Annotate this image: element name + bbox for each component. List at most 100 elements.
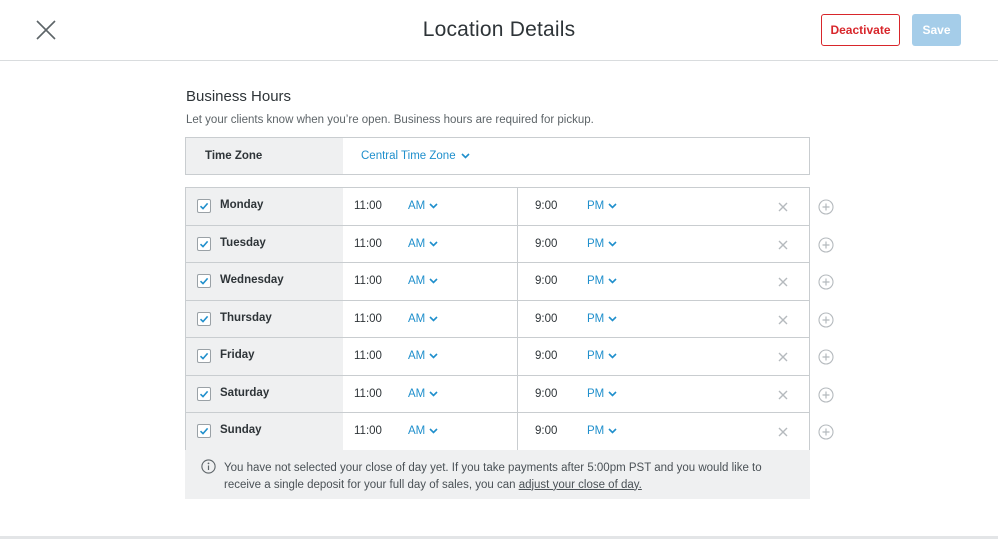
open-period-select[interactable]: AM (408, 350, 438, 362)
day-row-wednesday: Wednesday 11:00 AM 9:00 PM (186, 263, 834, 301)
add-circle-icon[interactable] (818, 274, 834, 290)
open-period-select[interactable]: AM (408, 388, 438, 400)
day-cell: Friday (186, 338, 343, 375)
open-period-select[interactable]: AM (408, 200, 438, 212)
add-circle-icon[interactable] (818, 311, 834, 328)
open-time-input[interactable]: 11:00 (354, 313, 382, 325)
day-label: Wednesday (220, 274, 284, 286)
add-circle-icon[interactable] (818, 424, 834, 440)
day-row-monday: Monday 11:00 AM 9:00 PM (186, 188, 834, 226)
checkmark-icon (199, 240, 209, 248)
day-label: Thursday (220, 311, 272, 324)
chevron-down-icon (608, 428, 617, 434)
save-button[interactable]: Save (912, 14, 961, 46)
close-period-select[interactable]: PM (587, 200, 617, 212)
close-time-input[interactable]: 9:00 (535, 238, 557, 250)
chevron-down-icon (429, 315, 438, 322)
open-time-input[interactable]: 11:00 (354, 388, 382, 400)
close-period-select[interactable]: PM (587, 388, 617, 400)
day-checkbox[interactable] (197, 236, 211, 251)
open-period-value: AM (408, 425, 426, 437)
chevron-down-icon (429, 428, 438, 434)
close-time-input[interactable]: 9:00 (535, 313, 557, 325)
chevron-down-icon (608, 240, 617, 247)
chevron-down-icon (608, 278, 617, 284)
day-checkbox[interactable] (197, 274, 211, 288)
deactivate-button[interactable]: Deactivate (821, 14, 900, 46)
section-title: Business Hours (186, 88, 292, 105)
close-period-select[interactable]: PM (587, 425, 617, 437)
timezone-label: Time Zone (186, 138, 343, 174)
day-row-sunday: Sunday 11:00 AM 9:00 PM (186, 413, 834, 451)
open-time-input[interactable]: 11:00 (354, 200, 382, 212)
day-checkbox[interactable] (197, 386, 211, 401)
checkmark-icon (199, 202, 209, 210)
notice-message: You have not selected your close of day … (224, 462, 762, 491)
day-row-friday: Friday 11:00 AM 9:00 PM (186, 338, 834, 376)
day-checkbox[interactable] (197, 349, 211, 363)
close-period-select[interactable]: PM (587, 313, 617, 325)
close-period-value: PM (587, 200, 605, 212)
open-period-value: AM (408, 312, 426, 325)
day-checkbox[interactable] (197, 311, 211, 326)
day-cell: Thursday (186, 300, 343, 337)
close-time-input[interactable]: 9:00 (535, 388, 557, 400)
open-period-value: AM (408, 237, 426, 250)
add-circle-icon[interactable] (818, 349, 834, 365)
close-time-input[interactable]: 9:00 (535, 275, 557, 287)
open-period-select[interactable]: AM (408, 425, 438, 437)
close-period-select[interactable]: PM (587, 238, 617, 250)
chevron-down-icon (429, 353, 438, 359)
close-period-select[interactable]: PM (587, 350, 617, 362)
checkmark-icon (199, 277, 209, 285)
chevron-down-icon (608, 390, 617, 397)
chevron-down-icon (429, 203, 438, 209)
open-time-input[interactable]: 11:00 (354, 275, 382, 287)
add-circle-icon[interactable] (818, 199, 834, 215)
open-period-select[interactable]: AM (408, 275, 438, 287)
add-circle-icon[interactable] (818, 386, 834, 403)
section-description: Let your clients know when you’re open. … (186, 114, 594, 126)
chevron-down-icon (429, 390, 438, 397)
day-cell: Wednesday (186, 263, 343, 300)
timezone-select[interactable]: Central Time Zone (361, 138, 470, 174)
day-label: Friday (220, 349, 255, 361)
open-time-input[interactable]: 11:00 (354, 425, 382, 437)
open-time-input[interactable]: 11:00 (354, 238, 382, 250)
checkmark-icon (199, 390, 209, 398)
remove-x-icon[interactable] (778, 427, 788, 437)
close-period-select[interactable]: PM (587, 275, 617, 287)
chevron-down-icon (461, 153, 470, 159)
day-label: Monday (220, 199, 264, 211)
business-hours-table: Monday 11:00 AM 9:00 PM Tuesday 11:00 AM 9:00 PM W… (185, 187, 834, 451)
remove-x-icon[interactable] (778, 240, 788, 250)
remove-x-icon[interactable] (778, 352, 788, 362)
notice-text: You have not selected your close of day … (224, 460, 794, 493)
time-divider (517, 413, 518, 450)
day-checkbox[interactable] (197, 199, 211, 213)
close-icon[interactable] (32, 16, 60, 44)
close-time-input[interactable]: 9:00 (535, 350, 557, 362)
remove-x-icon[interactable] (778, 315, 788, 325)
day-cell: Saturday (186, 375, 343, 412)
close-time-input[interactable]: 9:00 (535, 200, 557, 212)
close-time-input[interactable]: 9:00 (535, 425, 557, 437)
chevron-down-icon (608, 315, 617, 322)
remove-x-icon[interactable] (778, 202, 788, 212)
day-checkbox[interactable] (197, 424, 211, 438)
open-period-select[interactable]: AM (408, 238, 438, 250)
day-row-thursday: Thursday 11:00 AM 9:00 PM (186, 300, 834, 338)
open-period-select[interactable]: AM (408, 313, 438, 325)
remove-x-icon[interactable] (778, 277, 788, 287)
chevron-down-icon (429, 240, 438, 247)
open-time-input[interactable]: 11:00 (354, 350, 382, 362)
day-label: Saturday (220, 386, 270, 399)
open-period-value: AM (408, 275, 426, 287)
close-period-value: PM (587, 387, 605, 400)
day-cell: Monday (186, 188, 343, 225)
open-period-value: AM (408, 200, 426, 212)
day-row-saturday: Saturday 11:00 AM 9:00 PM (186, 375, 834, 413)
adjust-close-of-day-link[interactable]: adjust your close of day. (519, 479, 642, 491)
add-circle-icon[interactable] (818, 236, 834, 253)
remove-x-icon[interactable] (778, 390, 788, 400)
